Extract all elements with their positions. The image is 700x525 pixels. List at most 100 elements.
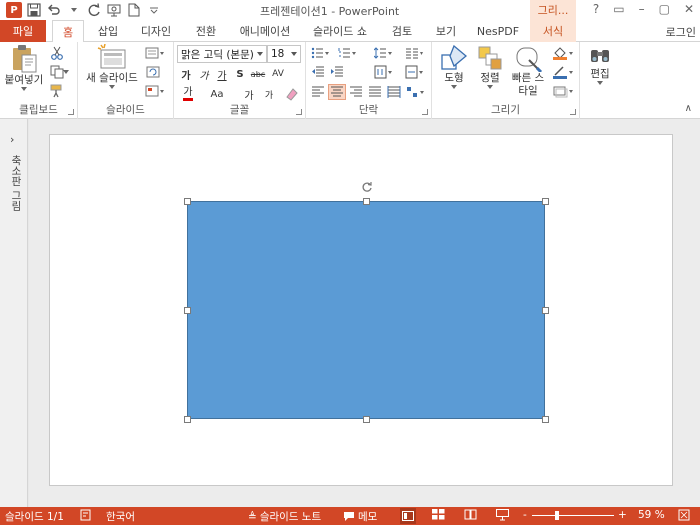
redo-icon[interactable] (86, 2, 102, 18)
notes-button[interactable]: ≜ 슬라이드 노트 (248, 509, 321, 524)
resize-handle-right[interactable] (542, 307, 549, 314)
rotate-handle-icon[interactable] (361, 181, 373, 193)
paste-button[interactable]: 붙여넣기 (4, 44, 44, 92)
shadow-button[interactable]: S (231, 66, 249, 82)
font-color-button[interactable]: 가 (177, 86, 199, 102)
clear-formatting-icon[interactable] (282, 86, 300, 102)
shape-fill-icon[interactable] (550, 45, 576, 61)
layout-icon[interactable] (144, 45, 166, 61)
save-icon[interactable] (26, 2, 42, 18)
zoom-out-button[interactable]: - (523, 509, 527, 521)
slideshow-view-icon[interactable] (496, 509, 509, 521)
tab-insert[interactable]: 삽입 (92, 20, 124, 42)
numbering-icon[interactable] (336, 45, 358, 61)
undo-icon[interactable] (46, 2, 62, 18)
customize-qat-icon[interactable] (146, 2, 162, 18)
new-slide-button[interactable]: 새 슬라이드 (82, 44, 142, 90)
bullets-icon[interactable] (309, 45, 331, 61)
undo-dropdown-icon[interactable] (66, 2, 82, 18)
grow-font-button[interactable]: 가 (240, 86, 258, 102)
collapse-ribbon-icon[interactable]: ∧ (685, 103, 692, 114)
editing-button[interactable]: 편집 (582, 44, 618, 86)
arrange-button[interactable]: 정렬 (472, 44, 508, 90)
tab-transitions[interactable]: 전환 (190, 20, 222, 42)
thumbnail-pane-label[interactable]: 축소판 그림 (9, 155, 24, 211)
columns-icon[interactable] (402, 45, 426, 61)
align-right-icon[interactable] (347, 84, 365, 100)
fit-to-window-icon[interactable] (678, 509, 690, 521)
tab-animations[interactable]: 애니메이션 (236, 20, 294, 42)
resize-handle-top[interactable] (363, 198, 370, 205)
bold-button[interactable]: 가 (177, 66, 195, 82)
quick-styles-button[interactable]: 빠른 스타일 (508, 44, 548, 98)
close-icon[interactable]: ✕ (684, 2, 694, 16)
tab-design[interactable]: 디자인 (136, 20, 176, 42)
drawing-launcher-icon[interactable] (570, 109, 576, 115)
decrease-indent-icon[interactable] (309, 64, 327, 80)
cut-icon[interactable] (48, 45, 66, 61)
section-icon[interactable] (144, 83, 166, 99)
expand-thumbnails-icon[interactable]: › (10, 133, 14, 146)
login-link[interactable]: 로그인 (666, 24, 696, 40)
copy-dropdown-icon[interactable] (62, 64, 70, 80)
reset-slide-icon[interactable] (144, 64, 162, 80)
text-direction-icon[interactable] (372, 64, 394, 80)
zoom-level[interactable]: 59 % (638, 509, 665, 521)
underline-button[interactable]: 가 (213, 66, 231, 82)
font-name-combo[interactable]: 맑은 고딕 (본문) (177, 45, 267, 63)
align-center-icon[interactable] (328, 84, 346, 100)
help-icon[interactable]: ? (593, 2, 599, 16)
tab-slideshow[interactable]: 슬라이드 쇼 (308, 20, 372, 42)
paragraph-launcher-icon[interactable] (422, 109, 428, 115)
resize-handle-bottom-right[interactable] (542, 416, 549, 423)
language-indicator[interactable]: 한국어 (106, 509, 135, 524)
zoom-slider-thumb[interactable] (555, 511, 559, 520)
char-spacing-button[interactable]: AV (269, 66, 287, 82)
zoom-slider-track[interactable] (532, 515, 614, 516)
font-launcher-icon[interactable] (296, 109, 302, 115)
maximize-icon[interactable]: ▢ (659, 2, 670, 16)
slideshow-start-icon[interactable] (106, 2, 122, 18)
clipboard-launcher-icon[interactable] (68, 109, 74, 115)
justify-icon[interactable] (366, 84, 384, 100)
minimize-icon[interactable]: – (639, 2, 645, 16)
font-size-combo[interactable]: 18 (267, 45, 301, 63)
resize-handle-top-right[interactable] (542, 198, 549, 205)
tab-nespdf[interactable]: NesPDF (474, 20, 522, 42)
resize-handle-top-left[interactable] (184, 198, 191, 205)
italic-button[interactable]: 가 (195, 66, 213, 82)
zoom-in-button[interactable]: + (618, 509, 627, 521)
tab-view[interactable]: 보기 (430, 20, 462, 42)
strikethrough-button[interactable]: abc (249, 66, 267, 82)
tab-file[interactable]: 파일 (0, 20, 46, 42)
slide-canvas[interactable] (49, 134, 673, 486)
tab-home[interactable]: 홈 (52, 20, 84, 43)
resize-handle-left[interactable] (184, 307, 191, 314)
change-case-button[interactable]: Aa (204, 86, 230, 102)
tab-review[interactable]: 검토 (386, 20, 418, 42)
font-color-label: 가 (183, 87, 193, 101)
resize-handle-bottom[interactable] (363, 416, 370, 423)
shapes-button[interactable]: 도형 (436, 44, 472, 90)
line-spacing-icon[interactable] (372, 45, 394, 61)
shrink-font-button[interactable]: 가 (260, 86, 278, 102)
new-document-icon[interactable] (126, 2, 142, 18)
tab-format[interactable]: 서식 (530, 20, 576, 42)
reading-view-icon[interactable] (464, 509, 477, 520)
shape-effects-icon[interactable] (550, 83, 576, 99)
comments-button[interactable]: 메모 (343, 509, 377, 524)
selected-rectangle-shape[interactable] (187, 201, 545, 419)
format-painter-icon[interactable] (48, 83, 66, 99)
align-left-icon[interactable] (309, 84, 327, 100)
increase-indent-icon[interactable] (328, 64, 346, 80)
distributed-icon[interactable] (385, 84, 403, 100)
spelling-icon[interactable] (80, 509, 92, 521)
powerpoint-logo-icon[interactable]: P (6, 2, 22, 18)
smartart-icon[interactable] (404, 84, 426, 100)
shape-outline-icon[interactable] (550, 64, 576, 80)
slide-sorter-icon[interactable] (432, 509, 445, 520)
normal-view-icon[interactable] (400, 508, 416, 524)
align-text-icon[interactable] (402, 64, 426, 80)
ribbon-display-icon[interactable]: ▭ (613, 2, 624, 16)
resize-handle-bottom-left[interactable] (184, 416, 191, 423)
